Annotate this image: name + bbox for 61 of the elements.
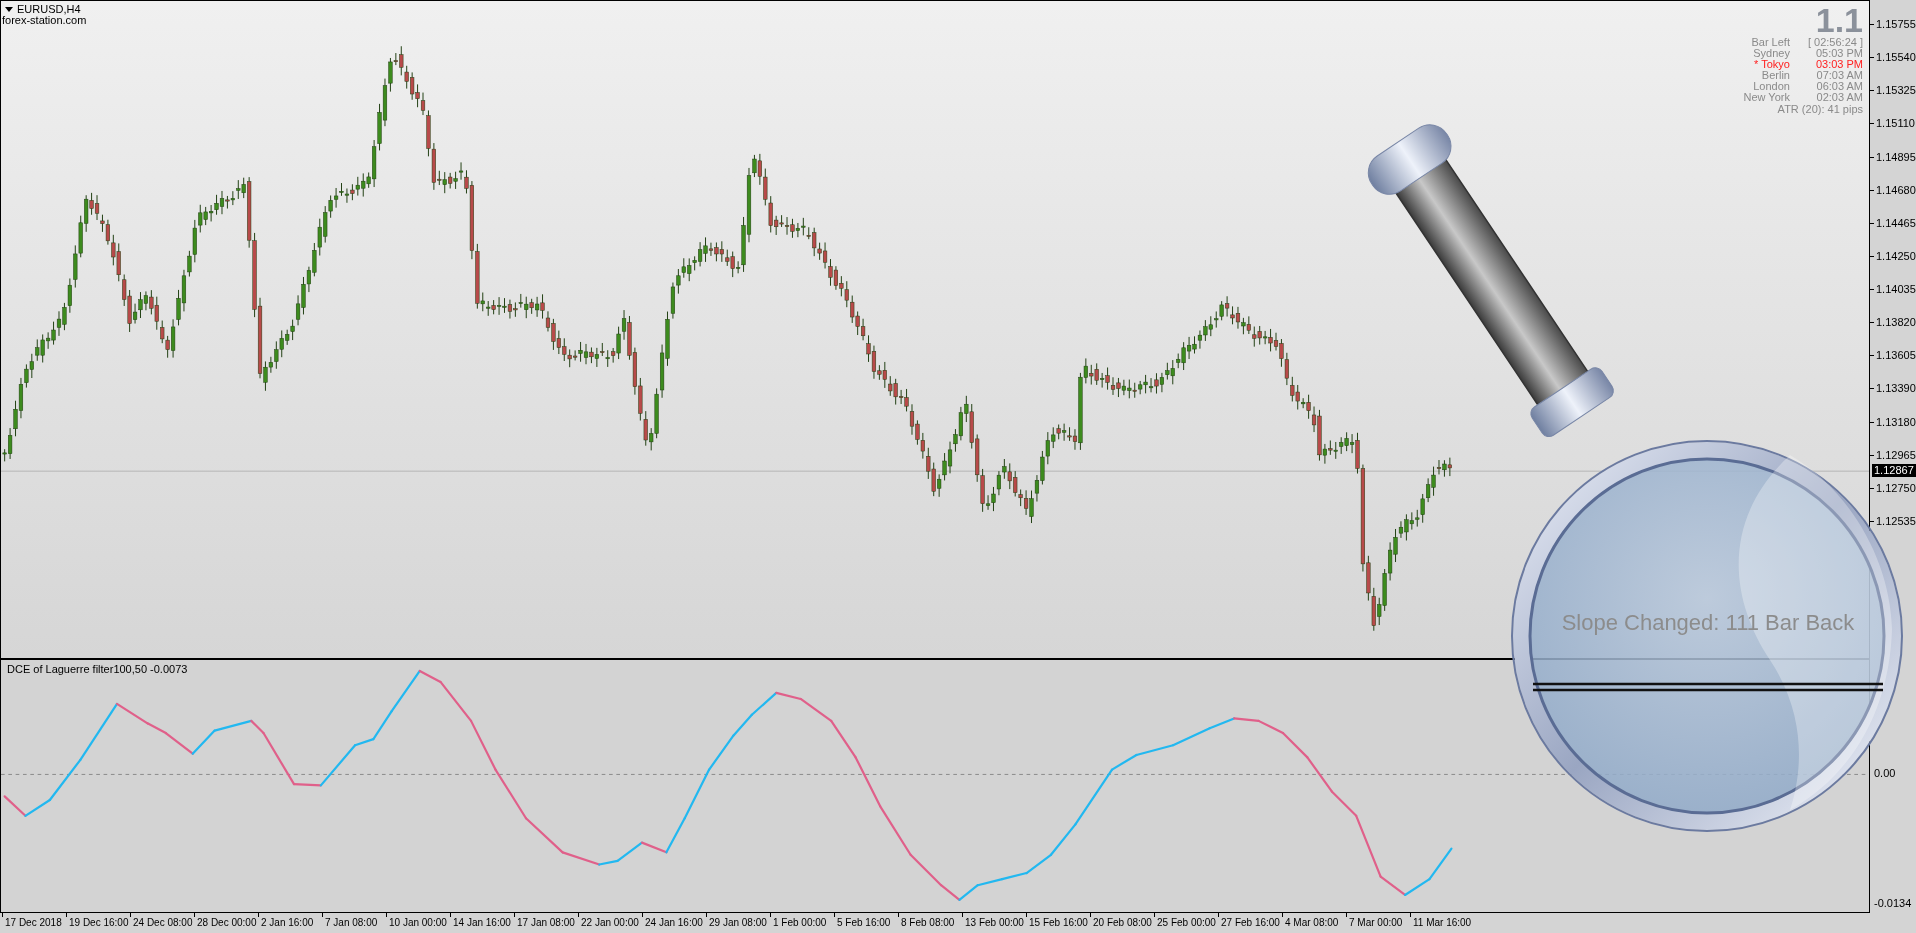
indicator-title: DCE of Laguerre filter100,50 -0.0073	[7, 663, 188, 675]
time-axis-label: 2 Jan 16:00	[261, 916, 314, 929]
price-axis-label: 1.13820	[1875, 316, 1916, 330]
current-price-label: 1.12867	[1872, 464, 1916, 477]
price-axis-label: 1.15110	[1875, 117, 1915, 131]
price-axis-label: 1.14895	[1875, 150, 1916, 164]
session-label: * Tokyo	[1753, 59, 1790, 70]
dropdown-triangle-icon[interactable]	[5, 6, 13, 12]
session-time: [ 02:56:24 ]	[1807, 37, 1863, 48]
price-axis-label: 1.14250	[1875, 249, 1916, 263]
price-axis-label: 1.12750	[1875, 481, 1916, 495]
time-axis-label: 10 Jan 00:00	[389, 916, 447, 929]
session-label: Sydney	[1752, 48, 1790, 59]
time-axis-label: 29 Jan 08:00	[709, 916, 767, 929]
time-axis-label: 27 Feb 16:00	[1221, 916, 1280, 929]
time-axis-label: 8 Feb 08:00	[901, 916, 955, 929]
session-label: New York	[1743, 92, 1790, 103]
price-axis-label: 1.15755	[1875, 18, 1916, 31]
price-axis-label: 1.13605	[1875, 349, 1916, 363]
price-axis-label: 1.14465	[1875, 216, 1916, 230]
atr-text: ATR (20): 41 pips	[1777, 103, 1863, 116]
version-label: 1.1	[1815, 3, 1863, 37]
time-axis-label: 11 Mar 16:00	[1413, 916, 1472, 929]
time-axis-label: 24 Dec 08:00	[133, 916, 193, 929]
symbol-label: EURUSD,H4	[17, 3, 81, 15]
time-axis-label: 22 Jan 00:00	[581, 916, 639, 929]
price-axis-label: 1.15325	[1875, 84, 1916, 98]
time-axis-label: 14 Jan 16:00	[453, 916, 511, 929]
time-axis-label: 28 Dec 00:00	[197, 916, 257, 929]
time-axis-label: 5 Feb 16:00	[837, 916, 891, 929]
time-axis-label: 20 Feb 08:00	[1093, 916, 1152, 929]
time-axis-label: 7 Jan 08:00	[325, 916, 378, 929]
session-time: 02:03 AM	[1815, 92, 1863, 103]
session-label: Berlin	[1760, 70, 1790, 81]
price-axis-label: 1.14680	[1875, 183, 1916, 197]
session-label: London	[1752, 81, 1790, 92]
session-label: Bar Left	[1750, 37, 1790, 48]
session-time: 07:03 AM	[1815, 70, 1863, 81]
session-time: 03:03 PM	[1814, 59, 1863, 70]
time-axis-label: 17 Dec 2018	[5, 916, 62, 929]
time-axis-label: 17 Jan 08:00	[517, 916, 575, 929]
session-time: 05:03 PM	[1814, 48, 1863, 59]
time-axis-label: 1 Feb 00:00	[773, 916, 827, 929]
watermark-text: forex-station.com	[2, 14, 87, 26]
time-axis-label: 13 Feb 00:00	[965, 916, 1024, 929]
price-axis-label: 1.15540	[1875, 51, 1916, 65]
indicator-axis-label: -0.0134	[1874, 897, 1912, 910]
time-axis-label: 25 Feb 00:00	[1157, 916, 1216, 929]
price-axis-label: 1.12965	[1875, 448, 1916, 462]
time-axis-label: 4 Mar 08:00	[1285, 916, 1339, 929]
time-axis-label: 15 Feb 16:00	[1029, 916, 1088, 929]
price-axis-label: 1.14035	[1875, 283, 1916, 296]
price-axis-label: 1.12535	[1875, 514, 1916, 528]
price-axis-label: 1.13180	[1875, 415, 1916, 429]
time-axis-label: 24 Jan 16:00	[645, 916, 703, 929]
session-time: 06:03 AM	[1815, 81, 1863, 92]
price-axis-label: 1.13390	[1875, 382, 1916, 396]
time-axis-label: 7 Mar 00:00	[1349, 916, 1403, 929]
slope-message-text: Slope Changed: 111 Bar Back	[1560, 610, 1856, 636]
time-axis-label: 19 Dec 16:00	[69, 916, 129, 929]
indicator-axis-label: 0.00	[1874, 767, 1896, 780]
